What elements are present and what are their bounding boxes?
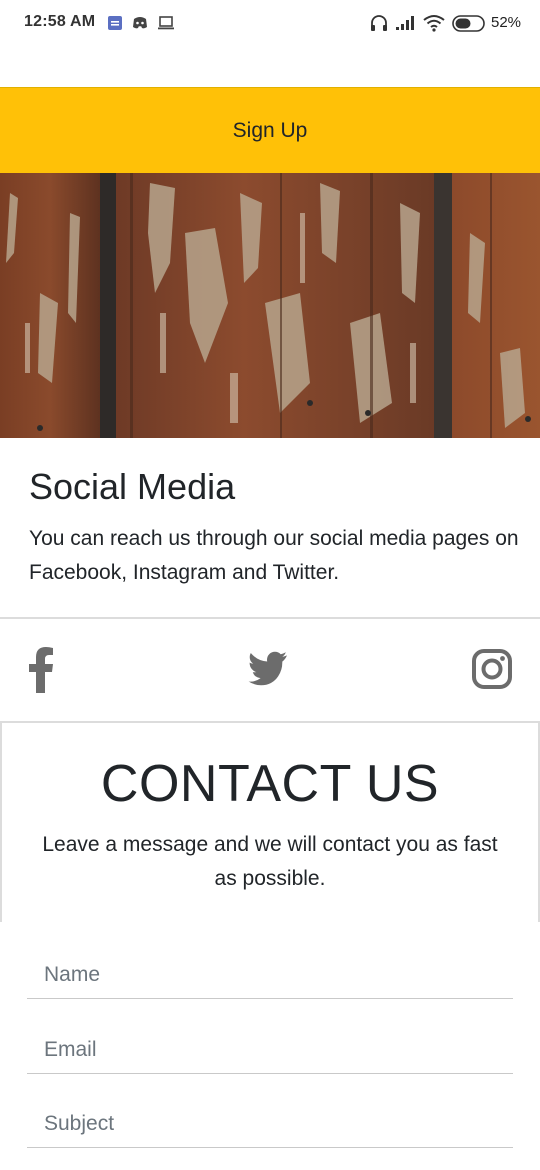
signup-button[interactable]: Sign Up <box>0 87 540 173</box>
instagram-icon[interactable] <box>472 649 512 689</box>
laptop-icon <box>158 16 174 30</box>
name-input[interactable] <box>27 951 513 999</box>
facebook-icon[interactable] <box>28 647 54 693</box>
battery-icon <box>452 15 485 32</box>
contact-description: Leave a message and we will contact you … <box>42 833 498 890</box>
headphones-icon <box>371 15 387 31</box>
social-icons-row <box>0 620 540 722</box>
email-input[interactable] <box>27 1026 513 1074</box>
calendar-icon <box>108 16 122 30</box>
twitter-icon[interactable] <box>241 651 287 688</box>
discord-icon <box>133 17 147 29</box>
subject-input[interactable] <box>27 1100 513 1148</box>
contact-title: CONTACT US <box>100 755 440 813</box>
battery-percentage: 52% <box>491 14 522 31</box>
status-bar: 12:58 AM 52% <box>0 0 540 48</box>
social-media-title: Social Media <box>29 466 236 507</box>
signal-icon <box>396 16 414 30</box>
signup-label: Sign Up <box>232 118 308 142</box>
divider <box>0 617 540 619</box>
status-time: 12:58 AM <box>24 13 96 30</box>
wifi-icon <box>423 15 445 32</box>
social-media-description: You can reach us through our social medi… <box>29 527 519 584</box>
wood-planks-image <box>0 173 540 438</box>
wood-banner-image <box>0 173 540 438</box>
